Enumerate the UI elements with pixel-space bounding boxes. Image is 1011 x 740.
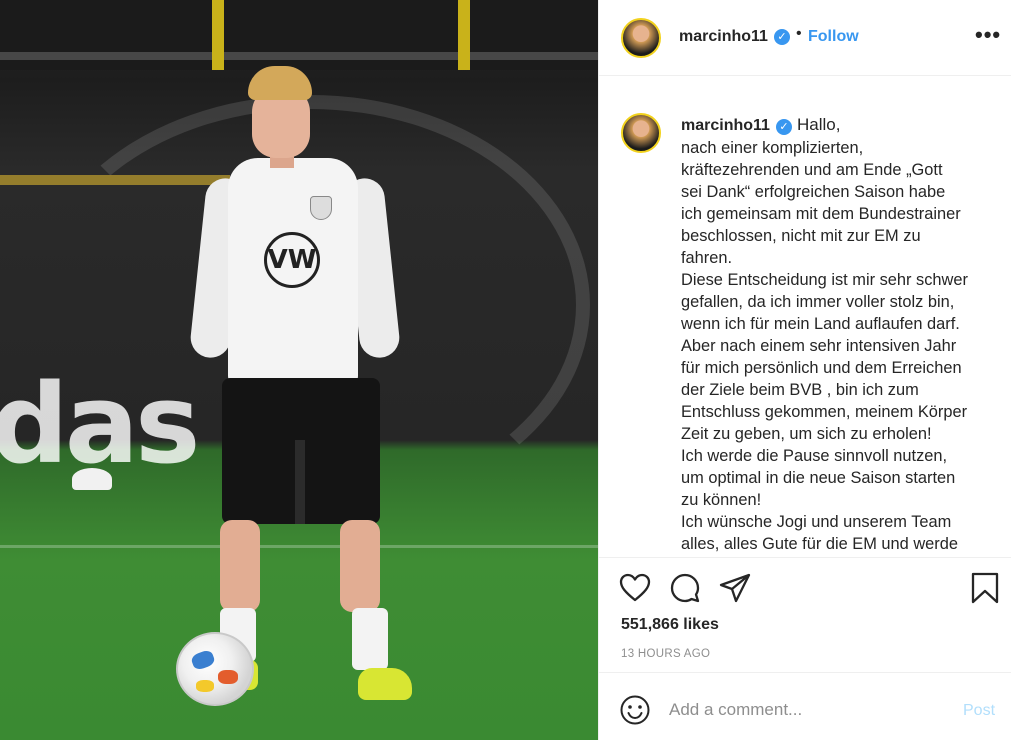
shirt-sponsor-logo: VW (264, 232, 320, 288)
header-username[interactable]: marcinho11 (679, 28, 768, 46)
caption-line: Ich werde die Pause sinnvoll nutzen, (681, 447, 948, 465)
caption-line: wenn ich für mein Land auflaufen darf. (681, 315, 960, 333)
shorts-gap (295, 440, 305, 524)
caption-line: beschlossen, nicht mit zur EM zu (681, 227, 921, 245)
player-leg-left (220, 520, 260, 612)
ball-panel (218, 670, 238, 684)
player-leg-right (340, 520, 380, 612)
caption-line: um optimal in die neue Saison starten (681, 469, 956, 487)
bookmark-icon[interactable] (969, 572, 1001, 604)
likes-count[interactable]: 551,866 likes (621, 616, 719, 634)
caption-line: der Ziele beim BVB , bin ich zum (681, 381, 919, 399)
post-comment-button[interactable]: Post (963, 702, 995, 720)
comment-bar: Post (599, 674, 1011, 740)
caption-line: gefallen, da ich immer voller stolz bin, (681, 293, 955, 311)
comment-input[interactable] (669, 696, 949, 724)
share-icon[interactable] (719, 572, 751, 604)
ball-panel (196, 680, 214, 692)
caption-line: Zeit zu geben, um sich zu erholen! (681, 425, 932, 443)
caption-text: nach einer komplizierten, kräftezehrende… (681, 137, 1001, 555)
post-header: marcinho11 ✓ • Follow ••• (599, 0, 1011, 76)
post-timestamp[interactable]: 13 HOURS AGO (621, 648, 710, 660)
caption-line: sei Dank“ erfolgreichen Saison habe (681, 183, 946, 201)
caption-line: Entschluss gekommen, meinem Körper (681, 403, 968, 421)
comment-icon[interactable] (669, 572, 701, 604)
follow-button[interactable]: Follow (808, 28, 859, 46)
caption-line: ich gemeinsam mit dem Bundestrainer (681, 205, 961, 223)
caption-first-line: Hallo, (797, 115, 841, 134)
caption-avatar[interactable] (621, 113, 661, 153)
post-actions: 551,866 likes 13 HOURS AGO (599, 557, 1011, 673)
caption-line: für mich persönlich und dem Erreichen (681, 359, 962, 377)
caption-section: marcinho11 ✓ Hallo, nach einer komplizie… (599, 77, 1011, 557)
header-separator: • (796, 25, 802, 42)
player-figure: VW (0, 0, 598, 740)
smiley-icon[interactable] (619, 694, 651, 726)
ball-panel (189, 648, 217, 672)
avatar[interactable] (621, 18, 661, 58)
heart-icon[interactable] (619, 572, 651, 604)
caption-line: fahren. (681, 249, 733, 267)
caption-line: nach einer komplizierten, (681, 139, 864, 157)
post-side-panel: marcinho11 ✓ • Follow ••• marcinho11 ✓ H… (598, 0, 1011, 740)
caption-line: alles, alles Gute für die EM und werde (681, 535, 958, 553)
caption-line: Diese Entscheidung ist mir sehr schwer (681, 271, 968, 289)
caption-username[interactable]: marcinho11 (681, 117, 770, 135)
verified-icon: ✓ (774, 29, 790, 45)
caption-line: Aber nach einem sehr intensiven Jahr (681, 337, 957, 355)
more-icon[interactable]: ••• (975, 22, 1001, 48)
caption-line: kräftezehrenden und am Ende „Gott (681, 161, 943, 179)
player-boot-right (358, 668, 412, 700)
shirt-crest (310, 196, 332, 220)
player-sock-right (352, 608, 388, 670)
caption-line: Ich wünsche Jogi und unserem Team (681, 513, 952, 531)
football (176, 632, 254, 706)
post-photo[interactable]: das VW (0, 0, 598, 740)
player-hair (248, 66, 312, 100)
verified-icon: ✓ (776, 119, 792, 135)
caption-line: zu können! (681, 491, 762, 509)
